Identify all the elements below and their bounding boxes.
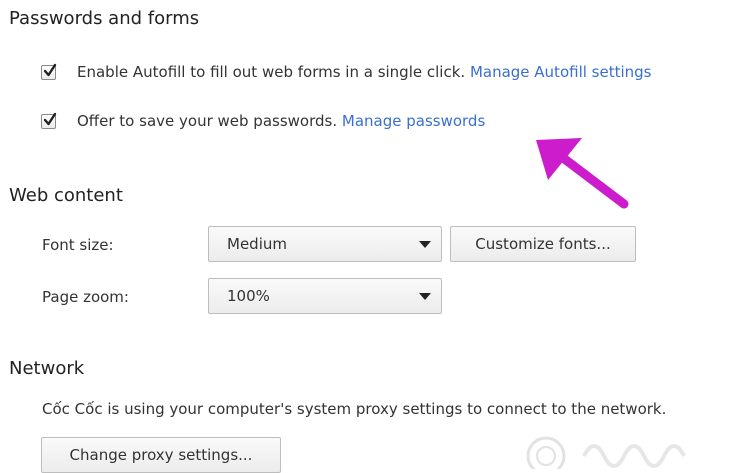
dropdown-arrow-icon (419, 293, 431, 300)
font-size-select[interactable]: Medium (208, 226, 442, 262)
page-zoom-label: Page zoom: (42, 288, 129, 306)
checkmark-icon (43, 63, 57, 77)
annotation-arrow-icon (536, 138, 629, 209)
change-proxy-settings-button[interactable]: Change proxy settings... (41, 437, 281, 473)
proxy-description: Cốc Cốc is using your computer's system … (42, 400, 667, 418)
font-size-value: Medium (227, 235, 287, 253)
page-zoom-value: 100% (227, 287, 270, 305)
manage-autofill-settings-link[interactable]: Manage Autofill settings (470, 63, 652, 81)
font-size-label: Font size: (42, 236, 114, 254)
autofill-label: Enable Autofill to fill out web forms in… (77, 63, 466, 81)
autofill-checkbox[interactable] (41, 63, 57, 80)
section-title-web-content: Web content (9, 185, 123, 206)
watermark-logo-icon (526, 436, 686, 469)
section-title-network: Network (9, 358, 85, 379)
manage-passwords-link[interactable]: Manage passwords (342, 112, 485, 130)
save-passwords-label: Offer to save your web passwords. (77, 112, 338, 130)
dropdown-arrow-icon (419, 241, 431, 248)
section-title-passwords-and-forms: Passwords and forms (9, 8, 200, 29)
page-zoom-select[interactable]: 100% (208, 278, 442, 314)
save-passwords-checkbox[interactable] (41, 112, 57, 129)
customize-fonts-button[interactable]: Customize fonts... (450, 226, 636, 262)
checkmark-icon (43, 112, 57, 126)
save-passwords-row: Offer to save your web passwords. Manage… (77, 112, 485, 130)
autofill-row: Enable Autofill to fill out web forms in… (77, 63, 651, 81)
